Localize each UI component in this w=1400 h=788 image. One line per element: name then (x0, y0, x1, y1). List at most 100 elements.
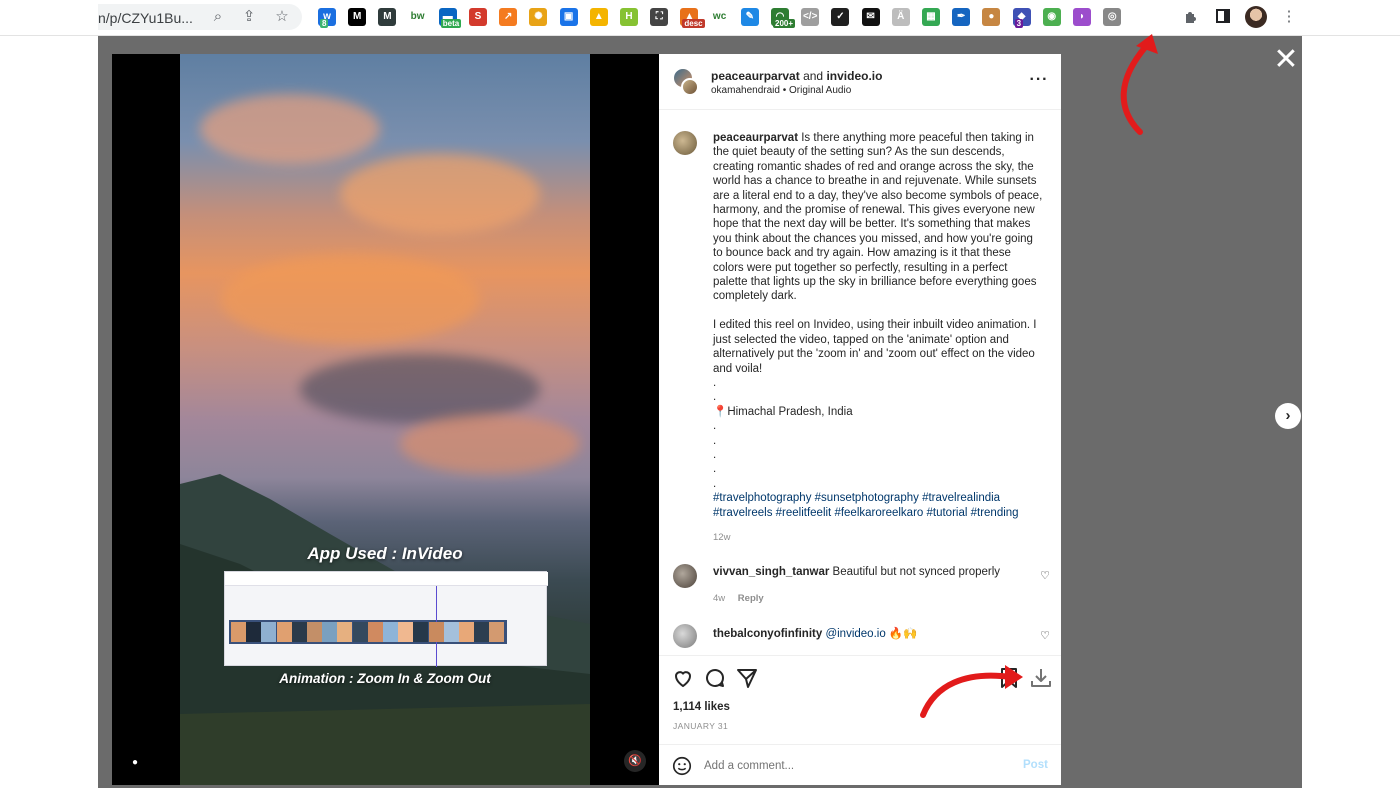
extension-glyph: ◗ (1078, 11, 1086, 22)
comment-bubble-icon[interactable] (703, 666, 727, 690)
collaborator-name[interactable]: invideo.io (826, 69, 882, 83)
caption-first-line: peaceaurparvat Is there anything more pe… (713, 131, 1053, 145)
like-heart-icon[interactable] (671, 666, 695, 690)
tagged-user-icon[interactable]: ● (128, 756, 142, 770)
commenter-avatar[interactable] (673, 564, 697, 588)
extension-glyph: ⛶ (655, 11, 663, 22)
zoom-icon[interactable]: ⌕ (210, 9, 226, 25)
ext-instagram-download-icon[interactable]: ◎ (1103, 8, 1122, 26)
more-options-icon[interactable]: ··· (1029, 72, 1049, 88)
likes-count[interactable]: 1,114 likes (673, 701, 730, 713)
ext-h-icon[interactable]: H (620, 8, 638, 26)
profile-avatar[interactable] (1245, 6, 1267, 28)
extension-glyph: ▦ (926, 11, 936, 22)
menu-kebab-icon[interactable]: ⋮ (1280, 8, 1298, 26)
extension-glyph: H (625, 11, 633, 22)
app-used-caption: App Used : InVideo (307, 544, 463, 563)
download-icon[interactable] (1029, 666, 1053, 690)
reply-button[interactable]: Reply (738, 593, 764, 604)
post-date: JANUARY 31 (673, 721, 729, 731)
next-post-button[interactable]: › (1275, 403, 1301, 429)
post-comment-button[interactable]: Post (1023, 759, 1048, 771)
extension-glyph: ▣ (563, 11, 574, 22)
commenter-name[interactable]: thebalconyofinfinity (713, 628, 822, 640)
caption-avatar[interactable] (673, 131, 697, 155)
extension-glyph: M (353, 11, 362, 22)
comment-like-heart-icon[interactable]: ♡ (1039, 570, 1051, 582)
close-icon[interactable]: ✕ (1272, 45, 1300, 75)
ext-sheet-icon[interactable]: ▦ (922, 8, 940, 26)
reel-video[interactable]: App Used : InVideo Animation : Zoom In &… (180, 54, 590, 785)
ext-purple-icon[interactable]: ◗ (1073, 8, 1091, 26)
media-panel: App Used : InVideo Animation : Zoom In &… (112, 54, 659, 785)
hashtags-line[interactable]: #travelphotography #sunsetphotography #t… (713, 491, 1053, 505)
timeline-frame (383, 622, 398, 642)
ext-cookie-icon[interactable]: ● (982, 8, 1001, 26)
address-bar[interactable]: n/p/CZYu1Bu... ⌕ ⇪ ☆ (98, 4, 302, 30)
share-paper-plane-icon[interactable] (735, 666, 759, 690)
timeline-frame (443, 622, 459, 642)
ext-drive-icon[interactable]: ▲ (589, 8, 608, 26)
ext-200-icon[interactable]: ◠ 200+ (771, 8, 796, 28)
share-icon[interactable]: ⇪ (241, 9, 257, 25)
muted-speaker-icon[interactable]: 🔇 (624, 750, 646, 772)
ext-beta-icon[interactable]: ▬ beta (438, 8, 462, 28)
caption-line: . (713, 420, 717, 433)
author-name[interactable]: peaceaurparvat (711, 69, 800, 83)
url-text[interactable]: n/p/CZYu1Bu... (98, 10, 193, 26)
extension-glyph: bw (410, 11, 425, 22)
sunset-cloud (200, 94, 380, 164)
comment-mention[interactable]: @invideo.io (825, 628, 885, 640)
extension-glyph: ✺ (534, 11, 543, 22)
caption-username[interactable]: peaceaurparvat (713, 132, 798, 144)
commenter-avatar[interactable] (673, 624, 697, 648)
ext-analytics-icon[interactable]: ↗ (499, 8, 518, 26)
comment-age: 4w (713, 593, 726, 604)
ext-momentum-icon[interactable]: M (378, 8, 397, 26)
ext-notepad-icon[interactable]: ✓ (831, 8, 850, 26)
ext-code-icon[interactable]: </> (801, 8, 820, 26)
ext-cube-icon[interactable]: ◆ 3 (1012, 8, 1031, 28)
comment-input[interactable] (704, 757, 994, 775)
ext-blue-box-icon[interactable]: ▣ (559, 8, 578, 26)
extension-glyph: ✒ (956, 11, 966, 22)
caption-line: 📍Himachal Pradesh, India (713, 405, 853, 418)
ext-wordtune-icon[interactable]: w8 (318, 8, 336, 28)
editor-toolbar (225, 572, 548, 586)
extension-glyph: ✎ (745, 11, 754, 22)
audio-subline[interactable]: okamahendraid • Original Audio (711, 85, 851, 96)
extension-glyph: ✓ (836, 11, 845, 22)
ext-mail-icon[interactable]: ✉ (861, 8, 880, 26)
caption-line: creating romantic shades of red and oran… (713, 160, 1034, 173)
editor-screenshot (224, 571, 548, 667)
ext-gear-icon[interactable]: ✺ (529, 8, 548, 26)
annotation-arrow-up (1120, 34, 1158, 135)
commenter-name[interactable]: vivvan_singh_tanwar (713, 566, 829, 578)
ext-bw-icon[interactable]: bw (408, 8, 427, 26)
timeline-frame (459, 622, 474, 642)
hashtags-line[interactable]: #travelreels #reelitfeelit #feelkaroreel… (713, 506, 1053, 520)
extensions-puzzle-icon[interactable] (1182, 8, 1200, 26)
ext-pen-icon[interactable]: ✎ (740, 8, 759, 26)
ext-red-s-icon[interactable]: S (469, 8, 487, 26)
collaborator-avatar[interactable] (681, 78, 699, 96)
comment-like-heart-icon[interactable]: ♡ (1039, 630, 1051, 642)
timeline-frame (352, 622, 368, 642)
ext-screenshot-icon[interactable]: ⛶ (650, 8, 669, 26)
extension-glyph: S (474, 11, 482, 22)
extension-glyph: ▲ (593, 11, 604, 22)
ext-wc-icon[interactable]: wc (710, 8, 729, 26)
timeline-frame (474, 622, 490, 642)
caption-line: I edited this reel on Invideo, using the… (713, 319, 1037, 332)
ext-desc-icon[interactable]: ▲ desc (680, 8, 705, 28)
emoji-smile-icon[interactable] (671, 755, 693, 777)
ext-medium-icon[interactable]: M (348, 8, 367, 26)
caption-line: Is there anything more peaceful then tak… (801, 132, 1034, 144)
timeline-frame (428, 622, 444, 642)
ext-grey-icon[interactable]: Ä (891, 8, 910, 26)
bookmark-star-icon[interactable]: ☆ (274, 9, 290, 25)
ext-timer-icon[interactable]: ◉ (1042, 8, 1061, 26)
caption-line: just selected the video, tapped on the '… (713, 333, 1009, 346)
ext-dropper-icon[interactable]: ✒ (952, 8, 971, 26)
side-panel-icon[interactable] (1214, 8, 1232, 26)
